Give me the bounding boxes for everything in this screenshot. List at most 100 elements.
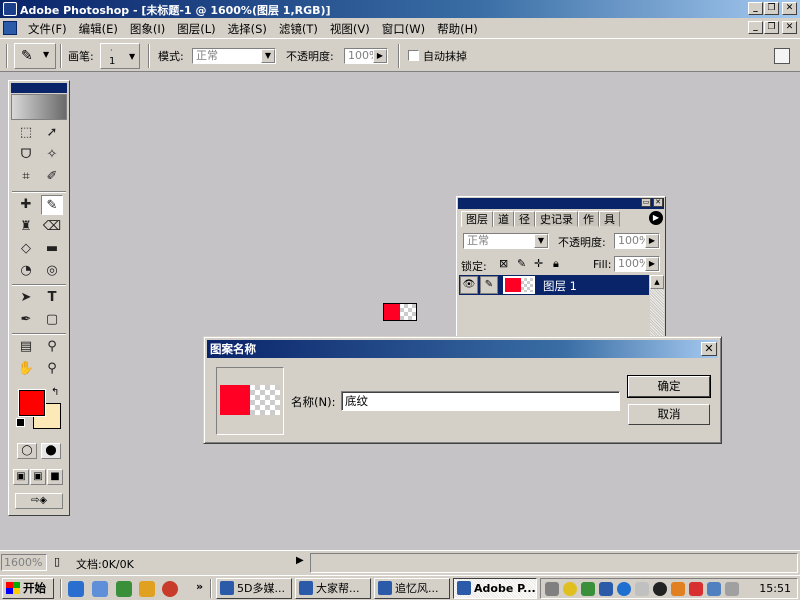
jump-to-imageready-icon[interactable]: ⇨◈ — [15, 493, 63, 509]
menu-filter[interactable]: 滤镜(T) — [273, 21, 324, 37]
menu-edit[interactable]: 编辑(E) — [73, 21, 124, 37]
ok-button[interactable]: 确定 — [627, 375, 711, 398]
quick-mask-icon[interactable]: ⬤ — [41, 443, 61, 459]
doc-restore-button[interactable]: ❐ — [764, 21, 779, 34]
lock-all-icon[interactable]: 🔒︎ — [553, 257, 559, 271]
brush-link-icon[interactable]: ✎ — [480, 276, 498, 294]
canvas-document[interactable] — [383, 303, 417, 321]
layers-scrollbar[interactable]: ▲ — [650, 275, 664, 345]
swap-colors-icon[interactable]: ↰ — [51, 387, 59, 398]
menu-window[interactable]: 窗口(W) — [376, 21, 431, 37]
connection-icon[interactable] — [599, 582, 613, 596]
brush-picker[interactable]: · 1 ▼ — [100, 43, 140, 69]
status-menu-arrow-icon[interactable]: ▶ — [296, 555, 304, 566]
crop-tool-icon[interactable]: ⌗ — [15, 167, 37, 187]
lock-pixels-icon[interactable]: ✎ — [517, 257, 526, 270]
quicklaunch-more-button[interactable]: » — [196, 580, 203, 593]
marquee-tool-icon[interactable]: ⬚ — [15, 123, 37, 143]
task-button-5d[interactable]: 5D多媒... — [216, 578, 292, 599]
pen-tool-icon[interactable]: ✒ — [15, 310, 37, 330]
tab-history[interactable]: 史记录 — [535, 211, 578, 227]
tab-channels[interactable]: 道 — [493, 211, 514, 227]
lock-transparency-icon[interactable]: ⊠ — [499, 257, 508, 270]
blur-tool-icon[interactable]: ◔ — [15, 261, 37, 281]
tool-preset-picker[interactable]: ✎ ▼ — [14, 43, 56, 69]
tools-tray-icon[interactable] — [707, 582, 721, 596]
lasso-tool-icon[interactable]: ᗜ — [15, 145, 37, 165]
zoom-tool-icon[interactable]: ⚲ — [41, 359, 63, 379]
pencil-tool-icon[interactable]: ✎ — [41, 195, 63, 215]
palette-menu-icon[interactable]: ▶ — [649, 211, 663, 225]
task-button-memory[interactable]: 追忆风... — [374, 578, 450, 599]
volume-icon[interactable] — [545, 582, 559, 596]
document-icon[interactable] — [3, 21, 17, 35]
screen-mode-full-icon[interactable]: ■ — [47, 469, 63, 485]
player-quicklaunch-icon[interactable] — [162, 581, 178, 597]
task-button-helper[interactable]: 大家帮... — [295, 578, 371, 599]
palette-close-button[interactable]: ✕ — [653, 198, 663, 207]
mode-select[interactable]: 正常 ▼ — [192, 48, 276, 64]
history-brush-icon[interactable]: ⌫ — [41, 217, 63, 237]
hand-tool-icon[interactable]: ✋ — [15, 359, 37, 379]
magic-wand-icon[interactable]: ✧ — [41, 145, 63, 165]
layer-opacity-field[interactable]: 100% ▶ — [614, 233, 660, 249]
standard-mode-icon[interactable]: ◯ — [17, 443, 37, 459]
gradient-tool-icon[interactable]: ▬ — [41, 239, 63, 259]
app-quicklaunch-icon[interactable] — [139, 581, 155, 597]
ie-quicklaunch-icon[interactable] — [68, 581, 84, 597]
grid-tray-icon[interactable] — [725, 582, 739, 596]
menu-help[interactable]: 帮助(H) — [431, 21, 484, 37]
shape-tool-icon[interactable]: ▢ — [41, 310, 63, 330]
tab-layers[interactable]: 图层 — [461, 211, 493, 227]
foreground-color-swatch[interactable] — [18, 389, 46, 417]
tab-actions[interactable]: 作 — [578, 211, 599, 227]
scroll-up-icon[interactable]: ▲ — [650, 275, 664, 289]
network-icon[interactable] — [563, 582, 577, 596]
move-tool-icon[interactable]: ➚ — [41, 123, 63, 143]
menu-image[interactable]: 图象(I) — [124, 21, 171, 37]
menu-file[interactable]: 文件(F) — [22, 21, 73, 37]
pattern-name-input[interactable] — [341, 391, 620, 411]
fill-field[interactable]: 100% ▶ — [614, 256, 660, 272]
close-button[interactable]: ✕ — [782, 2, 797, 15]
default-colors-icon[interactable] — [16, 418, 25, 427]
qq-icon[interactable] — [653, 582, 667, 596]
dialog-close-button[interactable]: ✕ — [701, 342, 717, 356]
start-button[interactable]: 开始 — [2, 578, 54, 599]
eye-visibility-icon[interactable]: 👁︎ — [460, 276, 478, 294]
cancel-button[interactable]: 取消 — [628, 404, 710, 425]
menu-select[interactable]: 选择(S) — [222, 21, 273, 37]
healing-brush-icon[interactable]: ✚ — [15, 195, 37, 215]
dodge-tool-icon[interactable]: ◎ — [41, 261, 63, 281]
doc-close-button[interactable]: ✕ — [782, 21, 797, 34]
type-tool-icon[interactable]: T — [41, 288, 63, 308]
layer-row[interactable]: 👁︎ ✎ 图层 1 — [459, 275, 649, 295]
minimize-button[interactable]: _ — [748, 2, 763, 15]
photoshop-eye-logo[interactable] — [11, 94, 67, 120]
clone-stamp-icon[interactable]: ♜ — [15, 217, 37, 237]
zoom-field[interactable]: 1600% — [1, 554, 47, 571]
app-tray-icon[interactable] — [671, 582, 685, 596]
slice-tool-icon[interactable]: ✐ — [41, 167, 63, 187]
tab-tool-presets[interactable]: 具 — [599, 211, 620, 227]
screen-mode-full-menu-icon[interactable]: ▣ — [30, 469, 46, 485]
antivirus-icon[interactable] — [581, 582, 595, 596]
doc-minimize-button[interactable]: _ — [748, 21, 763, 34]
blend-mode-select[interactable]: 正常 ▼ — [463, 233, 549, 249]
messenger-icon[interactable] — [617, 582, 631, 596]
explorer-quicklaunch-icon[interactable] — [92, 581, 108, 597]
path-selection-icon[interactable]: ➤ — [15, 288, 37, 308]
palette-well-icon[interactable] — [774, 48, 790, 64]
opacity-field[interactable]: 100% ▶ — [344, 48, 388, 64]
alert-tray-icon[interactable] — [689, 582, 703, 596]
menu-layer[interactable]: 图层(L) — [171, 21, 221, 37]
eraser-tool-icon[interactable]: ◇ — [15, 239, 37, 259]
desktop-quicklaunch-icon[interactable] — [116, 581, 132, 597]
task-button-photoshop[interactable]: Adobe P... — [453, 578, 537, 599]
eyedropper-icon[interactable]: ⚲ — [41, 337, 63, 357]
palette-minimize-button[interactable]: ▭ — [641, 198, 651, 207]
auto-erase-checkbox[interactable] — [408, 50, 419, 61]
lock-position-icon[interactable]: ✛ — [534, 257, 543, 270]
display-icon[interactable] — [635, 582, 649, 596]
notes-tool-icon[interactable]: ▤ — [15, 337, 37, 357]
